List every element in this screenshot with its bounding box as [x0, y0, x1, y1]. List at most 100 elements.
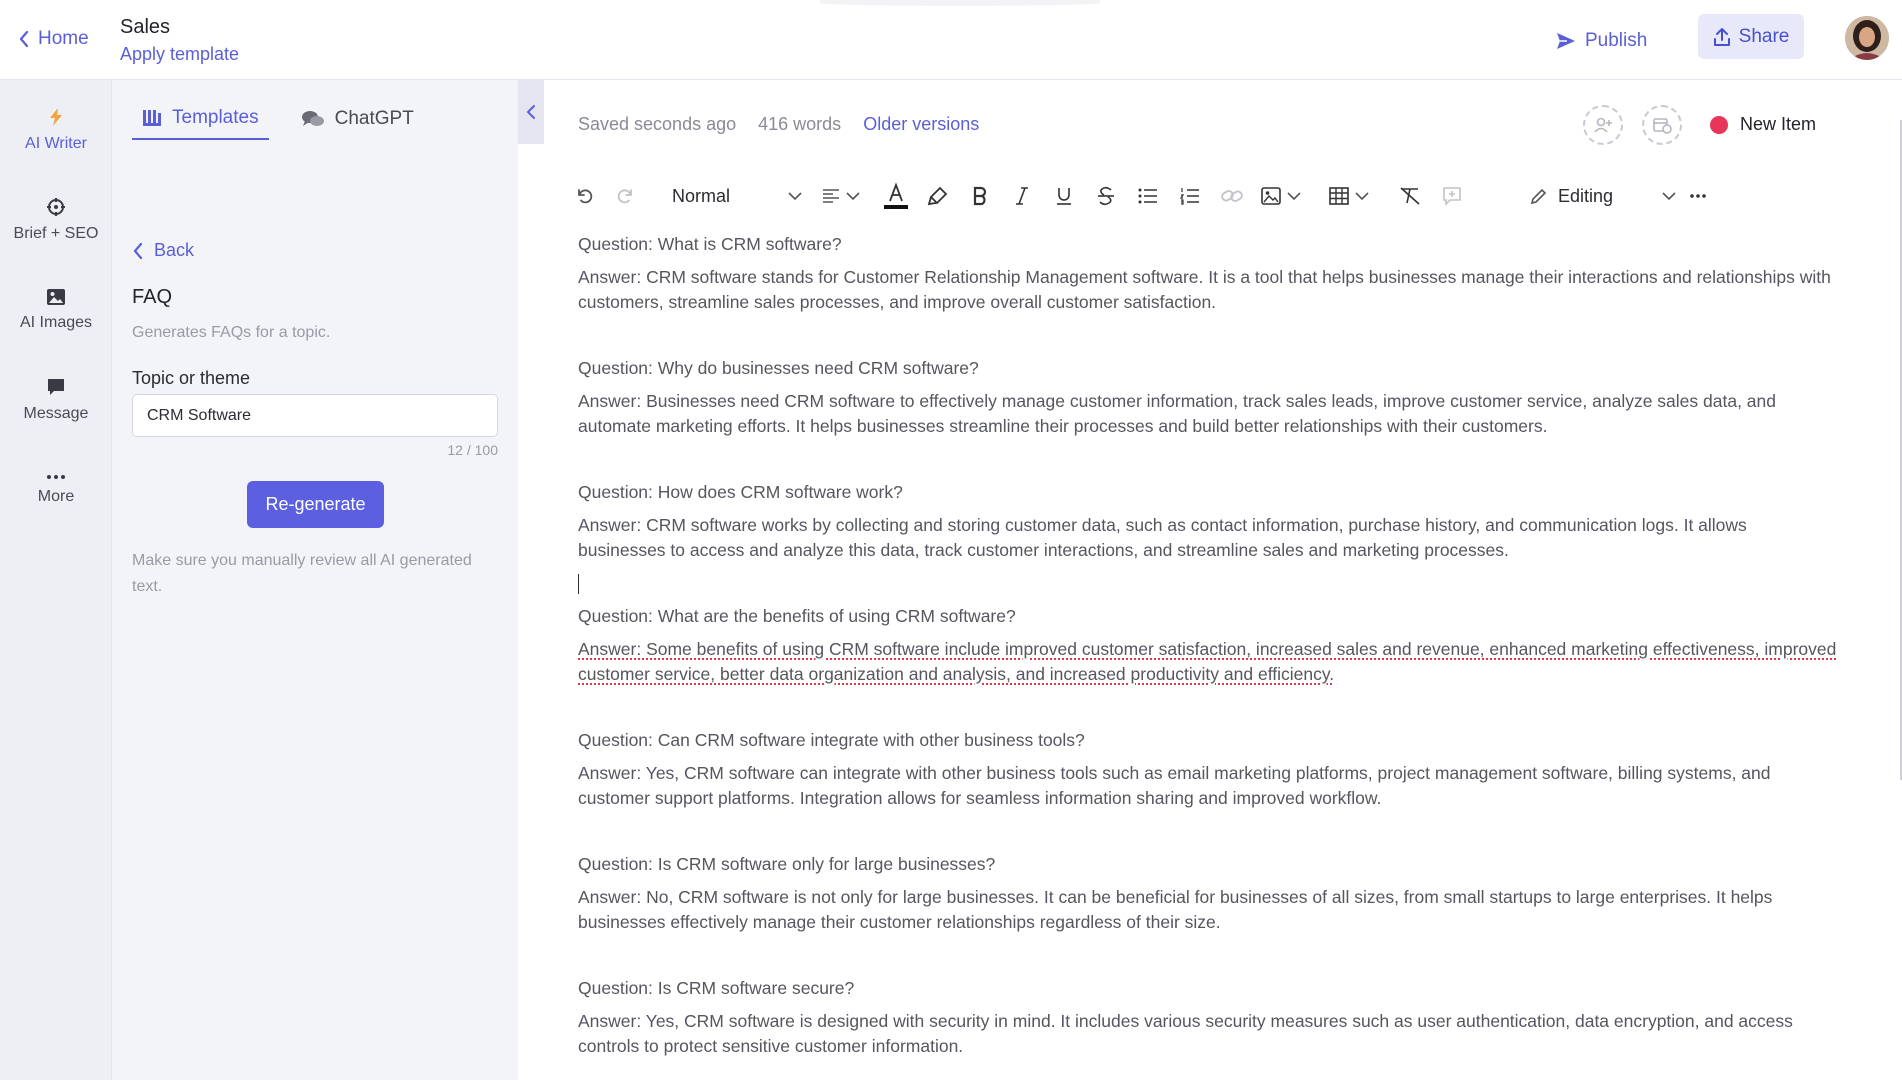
numbered-list-button[interactable]: [1174, 180, 1206, 212]
upload-icon: [1713, 27, 1731, 47]
add-collaborator-button[interactable]: [1583, 105, 1623, 145]
bullet-list-icon: [1138, 188, 1158, 204]
underline-icon: [1056, 186, 1072, 206]
faq-answer: Answer: Businesses need CRM software to …: [578, 391, 1776, 436]
faq-block: Question: Can CRM software integrate wit…: [578, 728, 1838, 811]
add-user-icon: [1593, 116, 1613, 134]
document-title[interactable]: Sales: [120, 16, 170, 39]
undo-icon: [574, 186, 594, 206]
back-link[interactable]: Back: [132, 240, 194, 261]
editing-mode-value: Editing: [1558, 185, 1614, 206]
share-label: Share: [1738, 25, 1790, 47]
template-description: Generates FAQs for a topic.: [132, 324, 331, 341]
rail-item-ai-images[interactable]: AI Images: [0, 270, 112, 350]
faq-question: Question: Is CRM software secure?: [578, 978, 855, 998]
bullet-list-button[interactable]: [1132, 180, 1164, 212]
faq-block: Question: What is CRM software? Answer: …: [578, 232, 1838, 315]
older-versions-link[interactable]: Older versions: [863, 114, 979, 135]
left-tool-rail: AI Writer Brief + SEO AI Images Message …: [0, 80, 112, 1080]
clear-formatting-button[interactable]: [1394, 180, 1426, 212]
text-color-button[interactable]: [880, 180, 912, 212]
more-dots-icon: [1689, 193, 1707, 199]
highlight-button[interactable]: [922, 180, 954, 212]
highlighter-icon: [927, 185, 949, 207]
apply-template-link[interactable]: Apply template: [120, 44, 239, 65]
faq-question: Question: Why do businesses need CRM sof…: [578, 358, 979, 378]
share-button[interactable]: Share: [1698, 14, 1804, 59]
publish-label: Publish: [1585, 30, 1648, 51]
collapse-panel-button[interactable]: [518, 80, 544, 144]
user-avatar[interactable]: [1845, 16, 1889, 60]
publish-button[interactable]: Publish: [1555, 22, 1647, 60]
insert-image-select[interactable]: [1258, 180, 1304, 212]
new-item-status[interactable]: New Item: [1710, 114, 1816, 135]
bold-button[interactable]: [964, 180, 996, 212]
faq-block: Question: Why do businesses need CRM sof…: [578, 356, 1838, 439]
chevron-down-icon: [788, 191, 802, 201]
more-dots-icon: [46, 474, 66, 480]
rail-item-label: AI Writer: [25, 135, 87, 152]
chevron-down-icon: [1287, 191, 1301, 201]
paragraph-style-value: Normal: [672, 185, 731, 206]
redo-button[interactable]: [610, 180, 642, 212]
rail-item-label: More: [37, 488, 75, 505]
italic-icon: [1014, 186, 1030, 206]
chat-icon: [46, 377, 66, 397]
italic-button[interactable]: [1006, 180, 1038, 212]
template-title: FAQ: [132, 286, 173, 308]
editing-mode-display: Editing: [1530, 186, 1613, 207]
chevron-down-icon: [846, 191, 860, 201]
panel-tabs: Templates ChatGPT: [132, 98, 424, 140]
topic-input[interactable]: [132, 394, 498, 437]
chat-bubbles-icon: [301, 109, 325, 129]
bold-icon: [972, 186, 988, 206]
comment-add-icon: [1442, 186, 1462, 206]
editing-mode-select[interactable]: Editing: [1530, 180, 1676, 212]
faq-answer: Answer: Yes, CRM software can integrate …: [578, 763, 1771, 808]
more-options-button[interactable]: [1682, 180, 1714, 212]
schedule-button[interactable]: [1642, 105, 1682, 145]
faq-question: Question: What are the benefits of using…: [578, 606, 1016, 626]
align-select[interactable]: [818, 180, 864, 212]
regenerate-button[interactable]: Re-generate: [247, 481, 384, 528]
text-caret: [578, 574, 579, 594]
home-link[interactable]: Home: [18, 28, 89, 50]
calendar-clock-icon: [1652, 116, 1672, 134]
ai-disclaimer: Make sure you manually review all AI gen…: [132, 552, 472, 595]
paragraph-style-select[interactable]: Normal: [672, 180, 802, 212]
editor-area: Saved seconds ago 416 words Older versio…: [518, 80, 1902, 1080]
rail-item-more[interactable]: More: [0, 450, 112, 530]
link-button[interactable]: [1216, 180, 1248, 212]
rail-item-ai-writer[interactable]: AI Writer: [0, 90, 112, 170]
image-icon: [46, 288, 66, 306]
text-color-icon: [884, 182, 908, 210]
home-label: Home: [38, 28, 89, 49]
editor-status-bar: Saved seconds ago 416 words Older versio…: [578, 114, 979, 135]
saved-status: Saved seconds ago: [578, 114, 737, 134]
insert-table-select[interactable]: [1326, 180, 1372, 212]
faq-block: Question: What are the benefits of using…: [578, 604, 1838, 687]
rail-item-message[interactable]: Message: [0, 360, 112, 440]
tab-templates[interactable]: Templates: [132, 98, 269, 140]
faq-question: Question: Can CRM software integrate wit…: [578, 730, 1085, 750]
new-item-label: New Item: [1740, 114, 1817, 134]
rail-item-label: Brief + SEO: [13, 225, 99, 242]
crosshair-icon: [46, 197, 66, 217]
topic-field-label: Topic or theme: [132, 368, 251, 388]
strikethrough-button[interactable]: [1090, 180, 1122, 212]
tab-chatgpt[interactable]: ChatGPT: [291, 98, 424, 140]
word-count: 416 words: [758, 114, 842, 134]
send-icon: [1555, 31, 1577, 51]
header-ghost-shape: [820, 0, 1100, 6]
rail-item-label: Message: [23, 405, 89, 422]
underline-button[interactable]: [1048, 180, 1080, 212]
tab-label: ChatGPT: [334, 108, 414, 129]
faq-answer-flagged: Answer: Some benefits of using CRM softw…: [578, 639, 1837, 684]
rail-item-brief-seo[interactable]: Brief + SEO: [0, 180, 112, 260]
undo-button[interactable]: [568, 180, 600, 212]
add-comment-button[interactable]: [1436, 180, 1468, 212]
top-header: Home Sales Apply template Publish Share: [0, 0, 1902, 80]
numbered-list-icon: [1180, 187, 1200, 205]
faq-answer: Answer: No, CRM software is not only for…: [578, 887, 1773, 932]
chevron-down-icon: [1662, 191, 1676, 201]
